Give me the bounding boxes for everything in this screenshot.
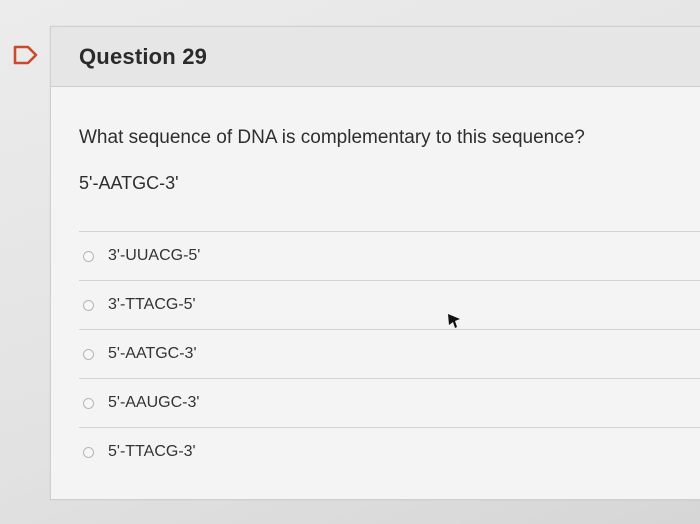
answer-option[interactable]: 3'-TTACG-5'	[79, 280, 700, 329]
answer-label: 5'-AAUGC-3'	[108, 394, 200, 411]
radio-button[interactable]	[83, 250, 94, 262]
answer-option[interactable]: 3'-UUACG-5'	[79, 231, 700, 280]
radio-button[interactable]	[83, 397, 94, 409]
question-prompt: What sequence of DNA is complementary to…	[79, 127, 585, 148]
question-card: Question 29 What sequence of DNA is comp…	[50, 26, 700, 500]
quiz-page: Question 29 What sequence of DNA is comp…	[0, 0, 700, 524]
answer-label: 3'-UUACG-5'	[108, 247, 201, 264]
answer-label: 5'-AATGC-3'	[108, 345, 197, 362]
question-title: Question 29	[79, 43, 208, 69]
answer-label: 3'-TTACG-5'	[108, 296, 196, 313]
question-body: What sequence of DNA is complementary to…	[51, 87, 700, 194]
answer-option[interactable]: 5'-AATGC-3'	[79, 329, 700, 378]
question-header: Question 29	[51, 27, 700, 87]
radio-button[interactable]	[83, 348, 94, 360]
answer-label: 5'-TTACG-3'	[108, 443, 196, 460]
mouse-cursor-icon	[448, 314, 460, 328]
answer-option[interactable]: 5'-TTACG-3'	[79, 427, 700, 476]
question-sequence: 5'-AATGC-3'	[79, 173, 179, 193]
flag-icon[interactable]	[13, 44, 39, 66]
radio-button[interactable]	[83, 299, 94, 311]
answer-option[interactable]: 5'-AAUGC-3'	[79, 378, 700, 427]
answer-list: 3'-UUACG-5' 3'-TTACG-5' 5'-AATGC-3' 5'-A…	[79, 231, 700, 476]
radio-button[interactable]	[83, 446, 94, 458]
